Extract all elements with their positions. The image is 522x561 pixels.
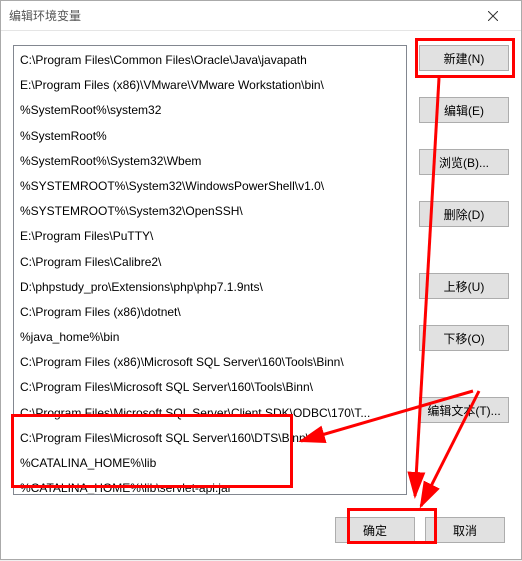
close-button[interactable]	[473, 2, 513, 30]
list-item[interactable]: E:\Program Files (x86)\VMware\VMware Wor…	[14, 73, 406, 98]
list-item[interactable]: C:\Program Files\Microsoft SQL Server\Cl…	[14, 401, 406, 426]
list-item[interactable]: %SystemRoot%	[14, 124, 406, 149]
dialog-window: 编辑环境变量 C:\Program Files\Common Files\Ora…	[0, 0, 522, 560]
list-item[interactable]: C:\Program Files\Calibre2\	[14, 250, 406, 275]
moveup-button[interactable]: 上移(U)	[419, 273, 509, 299]
close-icon	[488, 11, 498, 21]
list-item[interactable]: C:\Program Files\Microsoft SQL Server\16…	[14, 426, 406, 451]
list-item[interactable]: C:\Program Files\Common Files\Oracle\Jav…	[14, 48, 406, 73]
cancel-button[interactable]: 取消	[425, 517, 505, 543]
list-container: C:\Program Files\Common Files\Oracle\Jav…	[13, 45, 407, 501]
edittext-button[interactable]: 编辑文本(T)...	[419, 397, 509, 423]
list-item[interactable]: %CATALINA_HOME%\lib\servlet-api.jar	[14, 476, 406, 495]
browse-button[interactable]: 浏览(B)...	[419, 149, 509, 175]
list-item[interactable]: %CATALINA_HOME%\lib	[14, 451, 406, 476]
ok-button[interactable]: 确定	[335, 517, 415, 543]
list-item[interactable]: %SYSTEMROOT%\System32\OpenSSH\	[14, 199, 406, 224]
list-item[interactable]: D:\phpstudy_pro\Extensions\php\php7.1.9n…	[14, 275, 406, 300]
list-item[interactable]: E:\Program Files\PuTTY\	[14, 224, 406, 249]
list-item[interactable]: %SYSTEMROOT%\System32\WindowsPowerShell\…	[14, 174, 406, 199]
edit-button[interactable]: 编辑(E)	[419, 97, 509, 123]
list-item[interactable]: C:\Program Files (x86)\Microsoft SQL Ser…	[14, 350, 406, 375]
movedown-button[interactable]: 下移(O)	[419, 325, 509, 351]
titlebar: 编辑环境变量	[1, 1, 521, 31]
dialog-footer: 确定 取消	[1, 511, 521, 559]
list-item[interactable]: %SystemRoot%\System32\Wbem	[14, 149, 406, 174]
list-item[interactable]: C:\Program Files\Microsoft SQL Server\16…	[14, 375, 406, 400]
delete-button[interactable]: 删除(D)	[419, 201, 509, 227]
list-item[interactable]: %java_home%\bin	[14, 325, 406, 350]
button-column: 新建(N) 编辑(E) 浏览(B)... 删除(D) 上移(U) 下移(O) 编…	[419, 45, 509, 501]
list-item[interactable]: %SystemRoot%\system32	[14, 98, 406, 123]
window-title: 编辑环境变量	[9, 7, 473, 24]
content-area: C:\Program Files\Common Files\Oracle\Jav…	[1, 31, 521, 511]
path-listbox[interactable]: C:\Program Files\Common Files\Oracle\Jav…	[13, 45, 407, 495]
new-button[interactable]: 新建(N)	[419, 45, 509, 71]
list-item[interactable]: C:\Program Files (x86)\dotnet\	[14, 300, 406, 325]
